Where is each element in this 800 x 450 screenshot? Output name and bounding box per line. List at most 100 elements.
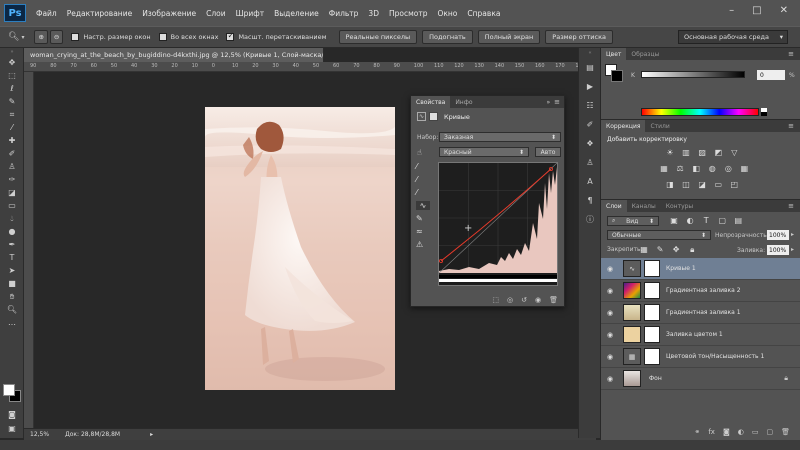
scrubby-zoom-checkbox[interactable]: Масшт. перетаскиванием — [226, 31, 327, 41]
vibrance-icon[interactable]: ▽ — [729, 148, 739, 158]
menu-3d[interactable]: 3D — [368, 9, 379, 18]
visibility-icon[interactable]: ◉ — [535, 296, 541, 304]
zoom-level[interactable]: 12,5% — [30, 431, 49, 438]
lock-image-icon[interactable]: ✎ — [655, 245, 665, 255]
new-layer-icon[interactable]: ▢ — [766, 428, 773, 436]
maximize-icon[interactable]: □ — [752, 5, 761, 16]
info-icon[interactable]: ⓘ — [579, 210, 601, 229]
zoom-tool-icon[interactable]: 🔍︎ — [0, 303, 24, 316]
type-tool-icon[interactable]: T — [0, 251, 24, 264]
shape-tool-icon[interactable]: ■ — [0, 277, 24, 290]
tab-channels[interactable]: Каналы — [627, 200, 661, 212]
eyedropper-tool-icon[interactable]: ⁄ — [0, 121, 24, 134]
close-icon[interactable]: ✕ — [780, 5, 788, 16]
color-balance-icon[interactable]: ⚖ — [675, 164, 685, 174]
quick-select-tool-icon[interactable]: ✎ — [0, 95, 24, 108]
layer-row[interactable]: ◉ Заливка цветом 1 — [601, 324, 800, 346]
lock-transparent-icon[interactable]: ▦ — [639, 245, 649, 255]
menu-image[interactable]: Изображение — [142, 9, 196, 18]
smart-filter-icon[interactable]: ▤ — [733, 216, 743, 226]
menu-window[interactable]: Окно — [437, 9, 457, 18]
view-previous-icon[interactable]: ◎ — [507, 296, 513, 304]
visibility-eye-icon[interactable]: ◉ — [601, 353, 619, 361]
lasso-tool-icon[interactable]: ℓ — [0, 82, 24, 95]
background-swatch[interactable] — [611, 70, 623, 82]
black-chip[interactable] — [761, 112, 767, 116]
history-icon[interactable]: ▤ — [579, 58, 601, 77]
actions-icon[interactable]: ▶ — [579, 77, 601, 96]
selective-color-icon[interactable]: ◰ — [729, 180, 739, 190]
hue-sat-icon[interactable]: ▦ — [659, 164, 669, 174]
new-group-icon[interactable]: ▭ — [752, 428, 759, 436]
channel-mixer-icon[interactable]: ◎ — [723, 164, 733, 174]
fill-field[interactable]: 100% — [767, 245, 789, 255]
fill-screen-button[interactable]: Полный экран — [477, 30, 541, 44]
opacity-field[interactable]: 100% — [767, 230, 789, 240]
fill-dropdown-icon[interactable]: ▸ — [791, 246, 794, 253]
curves-adjust-icon[interactable]: ▨ — [697, 148, 707, 158]
menu-type[interactable]: Шрифт — [236, 9, 264, 18]
zoom-tool-icon[interactable]: 🔍︎ — [8, 32, 19, 42]
expand-icon[interactable]: « — [579, 48, 601, 58]
quick-mask-icon[interactable]: ◙ — [0, 408, 24, 421]
tab-info[interactable]: Инфо — [450, 96, 477, 108]
layer-mask-thumb[interactable] — [644, 348, 660, 365]
black-point-eyedropper-icon[interactable]: ⁄ — [416, 162, 430, 171]
clone-source-icon[interactable]: ♙ — [579, 153, 601, 172]
more-tools-icon[interactable]: … — [0, 316, 24, 329]
collapse-icon[interactable]: » — [0, 48, 24, 56]
panel-collapse-icon[interactable]: » — [546, 99, 550, 106]
menu-filter[interactable]: Фильтр — [329, 9, 359, 18]
white-point-eyedropper-icon[interactable]: ⁄ — [416, 188, 430, 197]
clip-to-layer-icon[interactable]: ⬚ — [492, 296, 499, 304]
posterize-icon[interactable]: ◫ — [681, 180, 691, 190]
curves-graph[interactable]: + — [438, 162, 558, 286]
path-select-tool-icon[interactable]: ➤ — [0, 264, 24, 277]
crop-tool-icon[interactable]: ⌗ — [0, 108, 24, 121]
edit-points-icon[interactable]: ∿ — [416, 201, 430, 210]
black-white-icon[interactable]: ◧ — [691, 164, 701, 174]
healing-brush-tool-icon[interactable]: ✚ — [0, 134, 24, 147]
tab-swatches[interactable]: Образцы — [626, 48, 664, 60]
workspace-select[interactable]: Основная рабочая среда ▾ — [678, 30, 788, 44]
status-menu-icon[interactable]: ▸ — [150, 431, 153, 438]
menu-view[interactable]: Просмотр — [389, 9, 428, 18]
trash-icon[interactable]: 🗑︎ — [781, 428, 790, 436]
zoom-out-icon[interactable]: ⊖ — [49, 30, 64, 44]
visibility-eye-icon[interactable]: ◉ — [601, 265, 619, 273]
character-icon[interactable]: A — [579, 172, 601, 191]
invert-icon[interactable]: ◨ — [665, 180, 675, 190]
fx-icon[interactable]: fx — [708, 428, 715, 436]
visibility-eye-icon[interactable]: ◉ — [601, 331, 619, 339]
target-adjust-icon[interactable]: ☝︎ — [417, 148, 422, 157]
visibility-eye-icon[interactable]: ◉ — [601, 287, 619, 295]
panel-menu-icon[interactable]: ≡ — [788, 122, 794, 130]
brush-tool-icon[interactable]: ✐ — [0, 147, 24, 160]
mask-icon[interactable] — [429, 112, 438, 121]
type-filter-icon[interactable]: T — [701, 216, 711, 226]
tab-paths[interactable]: Контуры — [661, 200, 698, 212]
properties-icon[interactable]: ☷ — [579, 96, 601, 115]
layer-filter-select[interactable]: ⌕ Вид ⬍ — [607, 216, 659, 226]
tab-properties[interactable]: Свойства — [411, 96, 451, 108]
add-mask-icon[interactable]: ◙ — [723, 428, 730, 436]
channel-select[interactable]: Красный ⬍ — [439, 147, 529, 157]
blur-tool-icon[interactable]: 💧︎ — [0, 212, 24, 225]
tab-styles[interactable]: Стили — [645, 120, 674, 132]
visibility-eye-icon[interactable]: ◉ — [601, 375, 619, 383]
dodge-tool-icon[interactable]: ● — [0, 225, 24, 238]
lock-all-icon[interactable]: 🔒︎ — [687, 245, 697, 255]
visibility-eye-icon[interactable]: ◉ — [601, 309, 619, 317]
menu-select[interactable]: Выделение — [274, 9, 319, 18]
panel-menu-icon[interactable]: ≡ — [788, 50, 794, 58]
document-image[interactable] — [205, 107, 395, 390]
opacity-dropdown-icon[interactable]: ▸ — [791, 231, 794, 238]
brightness-icon[interactable]: ☀ — [665, 148, 675, 158]
clone-stamp-tool-icon[interactable]: ♙ — [0, 160, 24, 173]
document-tab[interactable]: woman_crying_at_the_beach_by_bugiddino-d… — [24, 48, 324, 62]
layer-mask-thumb[interactable] — [644, 304, 660, 321]
menu-edit[interactable]: Редактирование — [67, 9, 132, 18]
blend-mode-select[interactable]: Обычные ⬍ — [607, 230, 711, 240]
print-size-button[interactable]: Размер оттиска — [545, 30, 614, 44]
tab-color[interactable]: Цвет — [601, 48, 627, 60]
